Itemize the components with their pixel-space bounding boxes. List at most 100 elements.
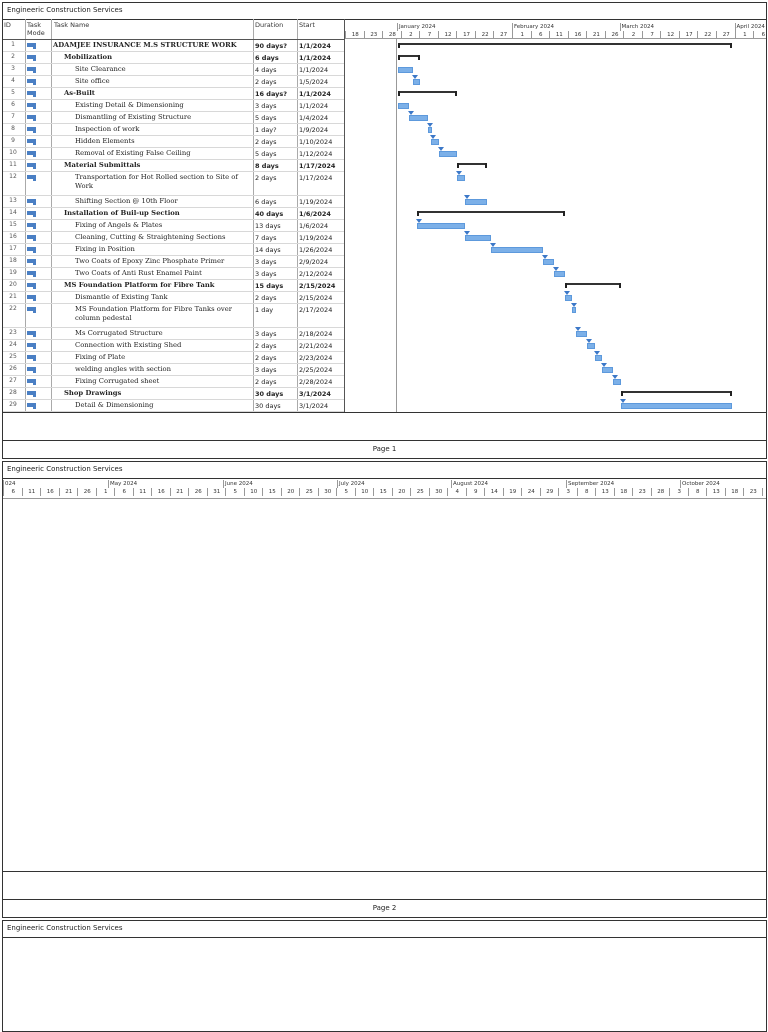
table-row[interactable]: 13Shifting Section @ 10th Floor6 days1/1… bbox=[3, 196, 344, 208]
task-name[interactable]: Inspection of work bbox=[53, 125, 251, 134]
task-name[interactable]: Cleaning, Cutting & Straightening Sectio… bbox=[53, 233, 251, 242]
task-start[interactable]: 1/19/2024 bbox=[299, 234, 332, 242]
table-row[interactable]: 3Site Clearance4 days1/1/2024 bbox=[3, 64, 344, 76]
task-bar[interactable] bbox=[417, 223, 465, 229]
task-bar[interactable] bbox=[457, 175, 464, 181]
task-name[interactable]: Transportation for Hot Rolled section to… bbox=[53, 173, 251, 191]
task-name[interactable]: Two Coats of Epoxy Zinc Phosphate Primer bbox=[53, 257, 251, 266]
table-row[interactable]: 7Dismantling of Existing Structure5 days… bbox=[3, 112, 344, 124]
task-start[interactable]: 2/15/2024 bbox=[299, 294, 332, 302]
task-duration[interactable]: 5 days bbox=[255, 150, 277, 158]
table-row[interactable]: 6Existing Detail & Dimensioning3 days1/1… bbox=[3, 100, 344, 112]
task-name[interactable]: Removal of Existing False Ceiling bbox=[53, 149, 251, 158]
task-start[interactable]: 2/21/2024 bbox=[299, 342, 332, 350]
task-name[interactable]: welding angles with section bbox=[53, 365, 251, 374]
table-row[interactable]: 17Fixing in Position14 days1/26/2024 bbox=[3, 244, 344, 256]
table-row[interactable]: 15Fixing of Angels & Plates13 days1/6/20… bbox=[3, 220, 344, 232]
task-name[interactable]: Installation of Buil-up Section bbox=[53, 209, 251, 218]
task-bar[interactable] bbox=[413, 79, 420, 85]
summary-bar[interactable] bbox=[398, 43, 732, 45]
task-start[interactable]: 2/18/2024 bbox=[299, 330, 332, 338]
task-bar[interactable] bbox=[398, 67, 413, 73]
task-start[interactable]: 2/9/2024 bbox=[299, 258, 328, 266]
task-bar[interactable] bbox=[465, 199, 487, 205]
task-start[interactable]: 1/9/2024 bbox=[299, 126, 328, 134]
task-start[interactable]: 1/17/2024 bbox=[299, 162, 335, 170]
task-bar[interactable] bbox=[576, 331, 587, 337]
task-bar[interactable] bbox=[398, 103, 409, 109]
task-duration[interactable]: 3 days bbox=[255, 270, 277, 278]
table-row[interactable]: 9Hidden Elements2 days1/10/2024 bbox=[3, 136, 344, 148]
task-start[interactable]: 1/10/2024 bbox=[299, 138, 332, 146]
task-name[interactable]: Site office bbox=[53, 77, 251, 86]
task-bar[interactable] bbox=[554, 271, 565, 277]
table-row[interactable]: 23Ms Corrugated Structure3 days2/18/2024 bbox=[3, 328, 344, 340]
task-bar[interactable] bbox=[595, 355, 602, 361]
task-start[interactable]: 2/17/2024 bbox=[299, 306, 332, 314]
task-start[interactable]: 1/1/2024 bbox=[299, 90, 331, 98]
task-name[interactable]: Fixing in Position bbox=[53, 245, 251, 254]
task-name[interactable]: Dismantle of Existing Tank bbox=[53, 293, 251, 302]
task-bar[interactable] bbox=[587, 343, 594, 349]
task-duration[interactable]: 2 days bbox=[255, 78, 277, 86]
task-bar[interactable] bbox=[621, 403, 732, 409]
table-row[interactable]: 26welding angles with section3 days2/25/… bbox=[3, 364, 344, 376]
task-duration[interactable]: 6 days bbox=[255, 54, 279, 62]
summary-bar[interactable] bbox=[457, 163, 487, 165]
task-name[interactable]: Connection with Existing Shed bbox=[53, 341, 251, 350]
task-bar[interactable] bbox=[465, 235, 491, 241]
task-start[interactable]: 1/1/2024 bbox=[299, 54, 331, 62]
task-duration[interactable]: 3 days bbox=[255, 330, 277, 338]
task-start[interactable]: 1/17/2024 bbox=[299, 174, 332, 182]
task-start[interactable]: 3/1/2024 bbox=[299, 402, 328, 410]
task-name[interactable]: Dismantling of Existing Structure bbox=[53, 113, 251, 122]
task-start[interactable]: 1/6/2024 bbox=[299, 210, 331, 218]
task-name[interactable]: Shifting Section @ 10th Floor bbox=[53, 197, 251, 206]
task-start[interactable]: 1/5/2024 bbox=[299, 78, 328, 86]
task-name[interactable]: Ms Corrugated Structure bbox=[53, 329, 251, 338]
task-name[interactable]: MS Foundation Platform for Fibre Tanks o… bbox=[53, 305, 251, 323]
task-start[interactable]: 2/23/2024 bbox=[299, 354, 332, 362]
task-duration[interactable]: 90 days? bbox=[255, 42, 287, 50]
task-name[interactable]: Shop Drawings bbox=[53, 389, 251, 398]
task-start[interactable]: 1/1/2024 bbox=[299, 66, 328, 74]
task-name[interactable]: As-Built bbox=[53, 89, 251, 98]
summary-bar[interactable] bbox=[398, 91, 457, 93]
table-row[interactable]: 16Cleaning, Cutting & Straightening Sect… bbox=[3, 232, 344, 244]
task-start[interactable]: 1/6/2024 bbox=[299, 222, 328, 230]
task-bar[interactable] bbox=[428, 127, 432, 133]
table-row[interactable]: 10Removal of Existing False Ceiling5 day… bbox=[3, 148, 344, 160]
task-duration[interactable]: 8 days bbox=[255, 162, 279, 170]
task-name[interactable]: ADAMJEE INSURANCE M.S STRUCTURE WORK bbox=[53, 41, 251, 50]
summary-bar[interactable] bbox=[417, 211, 565, 213]
task-name[interactable]: Two Coats of Anti Rust Enamel Paint bbox=[53, 269, 251, 278]
task-name[interactable]: Fixing of Plate bbox=[53, 353, 251, 362]
task-duration[interactable]: 13 days bbox=[255, 222, 281, 230]
table-row[interactable]: 2Mobilization6 days1/1/2024 bbox=[3, 52, 344, 64]
task-duration[interactable]: 30 days bbox=[255, 390, 283, 398]
task-duration[interactable]: 3 days bbox=[255, 258, 277, 266]
task-start[interactable]: 1/26/2024 bbox=[299, 246, 332, 254]
table-row[interactable]: 20MS Foundation Platform for Fibre Tank1… bbox=[3, 280, 344, 292]
task-name[interactable]: Site Clearance bbox=[53, 65, 251, 74]
task-bar[interactable] bbox=[439, 151, 458, 157]
task-start[interactable]: 1/1/2024 bbox=[299, 42, 331, 50]
task-bar[interactable] bbox=[613, 379, 620, 385]
task-name[interactable]: Fixing Corrugated sheet bbox=[53, 377, 251, 386]
task-duration[interactable]: 2 days bbox=[255, 174, 277, 182]
task-name[interactable]: Hidden Elements bbox=[53, 137, 251, 146]
task-name[interactable]: MS Foundation Platform for Fibre Tank bbox=[53, 281, 251, 290]
task-duration[interactable]: 2 days bbox=[255, 138, 277, 146]
table-row[interactable]: 8Inspection of work1 day?1/9/2024 bbox=[3, 124, 344, 136]
task-duration[interactable]: 5 days bbox=[255, 114, 277, 122]
task-duration[interactable]: 3 days bbox=[255, 102, 277, 110]
table-row[interactable]: 28Shop Drawings30 days3/1/2024 bbox=[3, 388, 344, 400]
table-row[interactable]: 24Connection with Existing Shed2 days2/2… bbox=[3, 340, 344, 352]
table-row[interactable]: 29Detail & Dimensioning30 days3/1/2024 bbox=[3, 400, 344, 412]
task-duration[interactable]: 6 days bbox=[255, 198, 277, 206]
task-bar[interactable] bbox=[565, 295, 572, 301]
table-row[interactable]: 14Installation of Buil-up Section40 days… bbox=[3, 208, 344, 220]
task-bar[interactable] bbox=[543, 259, 554, 265]
table-row[interactable]: 19Two Coats of Anti Rust Enamel Paint3 d… bbox=[3, 268, 344, 280]
task-start[interactable]: 2/25/2024 bbox=[299, 366, 332, 374]
